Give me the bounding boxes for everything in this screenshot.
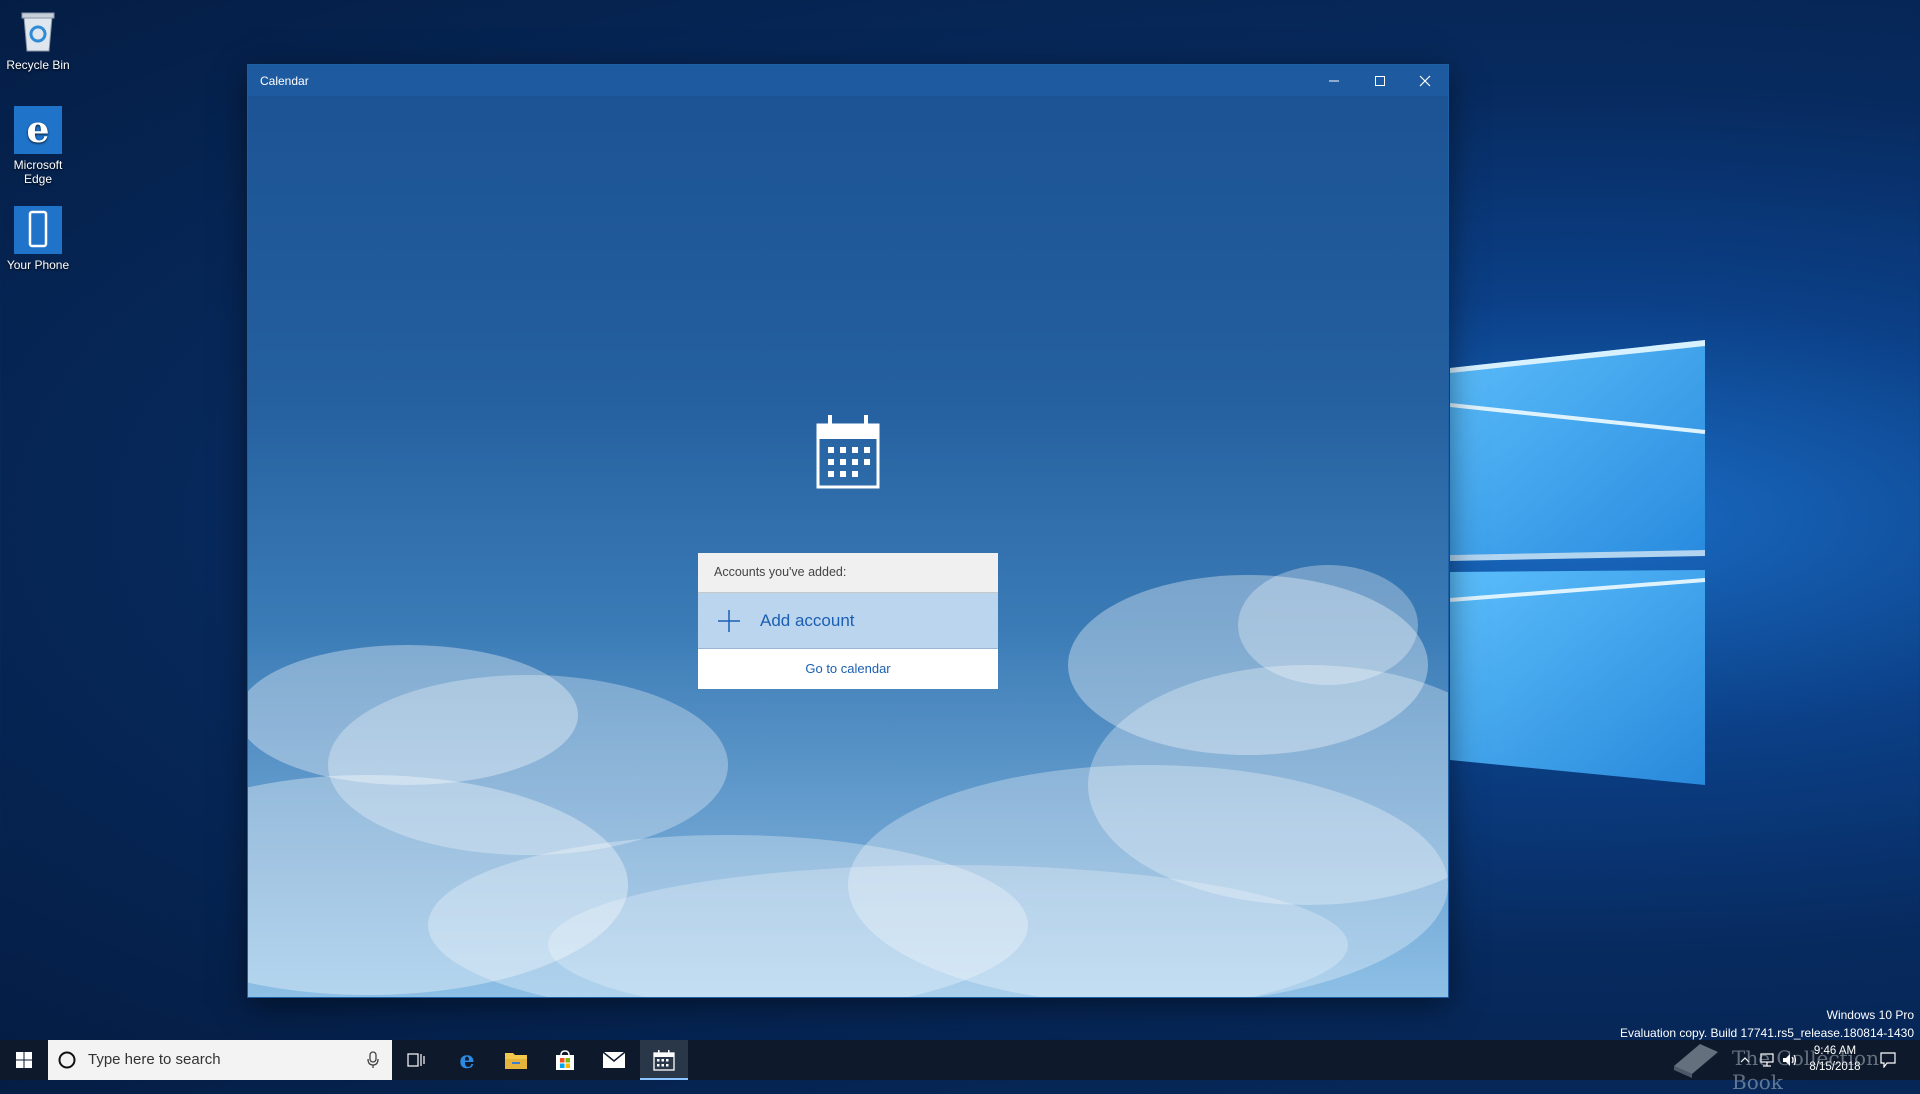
- edition-text: Windows 10 Pro: [1826, 1008, 1914, 1022]
- calendar-icon: [653, 1050, 675, 1071]
- taskbar-search-box[interactable]: Type here to search: [48, 1040, 392, 1080]
- add-account-button[interactable]: Add account: [698, 593, 998, 649]
- svg-text:e: e: [27, 109, 50, 151]
- collection-book-watermark: The Collection Book: [1670, 1038, 1920, 1094]
- windows-start-icon: [16, 1052, 32, 1068]
- book-icon: [1674, 1044, 1718, 1078]
- windows-logo-wallpaper: [1450, 340, 1706, 785]
- recycle-bin-icon: [14, 6, 62, 54]
- calendar-icon: [816, 415, 880, 489]
- go-to-calendar-link[interactable]: Go to calendar: [698, 649, 998, 689]
- phone-icon: [14, 206, 62, 254]
- task-view-icon: [407, 1053, 425, 1067]
- maximize-button[interactable]: [1357, 65, 1403, 96]
- taskbar-calendar-button[interactable]: [640, 1040, 688, 1080]
- desktop-icon-your-phone[interactable]: Your Phone: [4, 206, 72, 272]
- microphone-icon[interactable]: [366, 1051, 380, 1069]
- close-icon: [1419, 75, 1431, 86]
- accounts-header: Accounts you've added:: [698, 553, 998, 593]
- taskbar-edge-button[interactable]: e: [443, 1040, 491, 1080]
- mail-icon: [603, 1052, 625, 1068]
- desktop-icon-label: Recycle Bin: [6, 58, 70, 72]
- edge-icon: e: [459, 1049, 474, 1071]
- calendar-window: Calendar Accounts you've added: Add acco…: [248, 65, 1448, 997]
- taskbar-mail-button[interactable]: [590, 1040, 638, 1080]
- minimize-button[interactable]: [1311, 65, 1357, 96]
- desktop-icon-label: Microsoft Edge: [13, 158, 63, 186]
- cortana-icon: [58, 1051, 76, 1069]
- svg-text:e: e: [459, 1049, 474, 1071]
- task-view-button[interactable]: [392, 1040, 440, 1080]
- close-button[interactable]: [1402, 65, 1448, 96]
- start-button[interactable]: [0, 1040, 48, 1080]
- maximize-icon: [1375, 75, 1385, 86]
- taskbar-store-button[interactable]: [541, 1040, 589, 1080]
- clouds-background: [248, 565, 1448, 997]
- desktop-icon-edge[interactable]: e Microsoft Edge: [4, 106, 72, 186]
- accounts-panel: Accounts you've added: Add account Go to…: [698, 553, 998, 689]
- desktop-icon-recycle-bin[interactable]: Recycle Bin: [4, 6, 72, 72]
- edge-icon: e: [14, 106, 62, 154]
- desktop-icon-label: Your Phone: [6, 258, 70, 272]
- taskbar-file-explorer-button[interactable]: [492, 1040, 540, 1080]
- window-title: Calendar: [260, 74, 309, 88]
- windows-watermark: Windows 10 Pro Evaluation copy. Build 17…: [1620, 1006, 1914, 1042]
- taskbar: Type here to search e: [0, 1040, 1920, 1080]
- title-bar[interactable]: Calendar: [248, 65, 1448, 96]
- add-account-label: Add account: [760, 610, 855, 630]
- plus-icon: [718, 609, 740, 632]
- collection-book-text: The Collection Book: [1732, 1046, 1879, 1094]
- search-placeholder: Type here to search: [88, 1051, 221, 1068]
- minimize-icon: [1329, 80, 1339, 81]
- file-explorer-icon: [505, 1053, 527, 1069]
- store-icon: [556, 1050, 574, 1070]
